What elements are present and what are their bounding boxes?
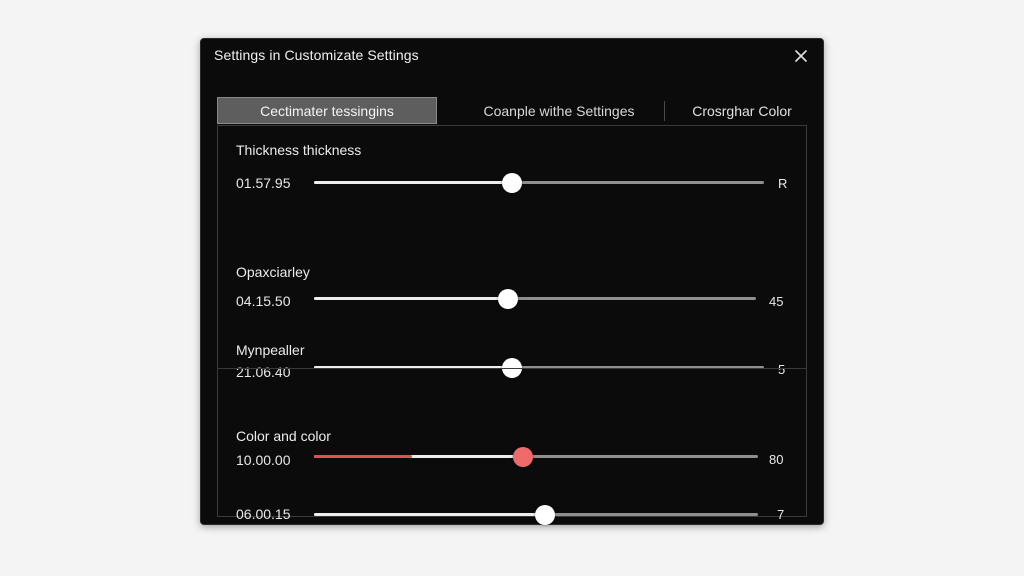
title-bar: Settings in Customizate Settings	[201, 39, 823, 73]
close-button[interactable]	[791, 46, 811, 66]
tab-coanple-withe-settinges[interactable]: Coanple withe Settinges	[449, 97, 669, 124]
window-title: Settings in Customizate Settings	[214, 47, 419, 63]
opacity-slider[interactable]	[314, 289, 756, 309]
tab-bar: Cectimater tessingins Coanple withe Sett…	[217, 97, 809, 124]
slider-end-value-opacity: 45	[769, 294, 784, 309]
panel-divider	[218, 368, 806, 369]
close-icon	[795, 50, 807, 62]
slider-fill	[314, 181, 512, 184]
tab-separator	[664, 101, 665, 121]
slider-end-value-fifth: 7	[777, 507, 785, 522]
slider-value-fifth: 06.00.15	[236, 506, 291, 522]
slider-fill	[314, 297, 509, 300]
settings-dialog: Settings in Customizate Settings Cectima…	[200, 38, 824, 525]
slider-label-color: Color and color	[236, 428, 331, 444]
tab-crosrghar-color[interactable]: Crosrghar Color	[673, 97, 811, 124]
thickness-slider[interactable]	[314, 173, 764, 193]
slider-thumb[interactable]	[512, 447, 533, 467]
color-slider[interactable]	[314, 447, 758, 467]
slider-end-value-color: 80	[769, 452, 784, 467]
slider-end-value-mynpealler: 5	[778, 362, 786, 377]
slider-thumb[interactable]	[534, 505, 555, 525]
slider-value-thickness: 01.57.95	[236, 175, 291, 191]
slider-thumb[interactable]	[498, 289, 519, 309]
fifth-slider[interactable]	[314, 505, 758, 525]
slider-fill	[314, 513, 545, 516]
slider-value-mynpealler: 21.06.40	[236, 364, 291, 380]
slider-value-color: 10.00.00	[236, 452, 291, 468]
slider-label-mynpealler: Mynpealler	[236, 342, 305, 358]
slider-label-opacity: Opaxciarley	[236, 264, 310, 280]
slider-thumb[interactable]	[502, 173, 522, 193]
slider-value-opacity: 04.15.50	[236, 293, 291, 309]
settings-panel: Thickness thickness 01.57.95 R Opaxciarl…	[217, 125, 807, 525]
slider-accent-fill	[314, 455, 412, 458]
tab-cectimater-tessingins[interactable]: Cectimater tessingins	[217, 97, 437, 124]
slider-label-thickness: Thickness thickness	[236, 142, 362, 158]
slider-end-value-thickness: R	[778, 176, 788, 191]
